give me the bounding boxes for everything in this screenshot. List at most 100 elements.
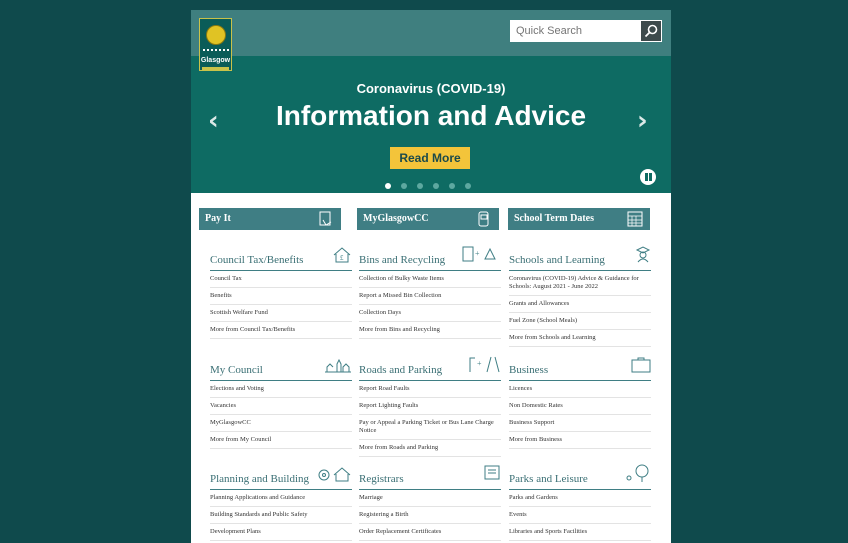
quick-search (510, 20, 662, 42)
hero-banner: Glasgow Coronavirus (COVID-19) Informati… (191, 10, 671, 193)
section-link[interactable]: Elections and Voting (210, 381, 352, 398)
glasgow-logo[interactable]: Glasgow (199, 18, 232, 71)
section-heading[interactable]: Schools and Learning (509, 246, 651, 271)
slide-dot[interactable] (465, 183, 471, 189)
section-heading[interactable]: Parks and Leisure (509, 464, 651, 490)
section-link[interactable]: Pay or Appeal a Parking Ticket or Bus La… (359, 415, 501, 440)
search-button[interactable] (640, 20, 662, 42)
section-link[interactable]: Report Lighting Faults (359, 398, 501, 415)
section-link[interactable]: Events (509, 507, 651, 524)
pause-icon[interactable] (640, 169, 656, 185)
section-link[interactable]: More from Schools and Learning (509, 330, 651, 347)
section-link[interactable]: MyGlasgowCC (210, 415, 352, 432)
section-link[interactable]: Order Replacement Certificates (359, 524, 501, 541)
section-link[interactable]: More from Council Tax/Benefits (210, 322, 352, 339)
section-link[interactable]: Report Road Faults (359, 381, 501, 398)
section-title: Parks and Leisure (509, 473, 588, 485)
streetlight-road-icon: + (467, 355, 501, 376)
section-link[interactable]: Marriage (359, 490, 501, 507)
section-title: Registrars (359, 473, 404, 485)
section-title: Business (509, 364, 549, 376)
section-link[interactable]: Collection Days (359, 305, 501, 322)
section-link[interactable]: More from Roads and Parking (359, 440, 501, 457)
search-icon (644, 24, 658, 38)
section-link[interactable]: Building Standards and Public Safety (210, 507, 352, 524)
section-title: Schools and Learning (509, 254, 605, 266)
pin-house-icon (318, 466, 352, 485)
waves-icon (203, 49, 229, 57)
section-link[interactable]: Parks and Gardens (509, 490, 651, 507)
section-link[interactable]: More from Business (509, 432, 651, 449)
svg-text:£: £ (340, 254, 344, 262)
section-heading[interactable]: Business (509, 356, 651, 381)
section-link[interactable]: Scottish Welfare Fund (210, 305, 352, 322)
section-link[interactable]: Libraries and Sports Facilities (509, 524, 651, 541)
hero-kicker: Coronavirus (COVID-19) (356, 81, 506, 96)
quick-link-button[interactable]: Pay It (199, 208, 341, 230)
section-link[interactable]: Fuel Zone (School Meals) (509, 313, 651, 330)
section-link[interactable]: Benefits (210, 288, 352, 305)
graduate-icon (635, 245, 651, 266)
slide-dot[interactable] (417, 183, 423, 189)
search-input[interactable] (510, 20, 640, 42)
section-link[interactable]: Planning Applications and Guidance (210, 490, 352, 507)
bin-recycle-icon: + (461, 245, 501, 266)
section-heading[interactable]: Council Tax/Benefits £ (210, 246, 352, 271)
section-link[interactable]: Council Tax (210, 271, 352, 288)
section-title: Council Tax/Benefits (210, 254, 304, 266)
section-link[interactable]: Non Domestic Rates (509, 398, 651, 415)
section-link[interactable]: Coronavirus (COVID-19) Advice & Guidance… (509, 271, 651, 296)
slide-dot[interactable] (433, 183, 439, 189)
tree-icon (625, 464, 651, 485)
section-link[interactable]: Collection of Bulky Waste Items (359, 271, 501, 288)
hand-card-icon (317, 210, 335, 228)
quick-link-button[interactable]: MyGlasgowCC (357, 208, 499, 230)
section-link[interactable]: Development Plans (210, 524, 352, 541)
logo-underline (202, 67, 229, 70)
certificate-icon (483, 464, 501, 485)
quick-link-label: Pay It (205, 213, 231, 224)
section-link[interactable]: Report a Missed Bin Collection (359, 288, 501, 305)
house-pound-icon: £ (332, 247, 352, 266)
section-link[interactable]: Vacancies (210, 398, 352, 415)
section-title: My Council (210, 364, 263, 376)
section-link[interactable]: Business Support (509, 415, 651, 432)
service-section: Roads and Parking + Report Road Faults Repo… (359, 356, 501, 457)
section-link[interactable]: Grants and Allowances (509, 296, 651, 313)
section-link[interactable]: More from Bins and Recycling (359, 322, 501, 339)
phone-chat-icon (475, 210, 493, 228)
section-heading[interactable]: Registrars (359, 465, 501, 490)
section-heading[interactable]: Planning and Building (210, 465, 352, 490)
slide-dot[interactable] (449, 183, 455, 189)
section-heading[interactable]: Bins and Recycling + (359, 246, 501, 271)
prev-slide-icon[interactable]: ‹ (208, 106, 219, 136)
svg-text:+: + (477, 359, 482, 368)
service-section: My Council Elections and Voting Vacancies M… (210, 356, 352, 449)
crest-icon (206, 25, 226, 45)
section-link[interactable]: More from My Council (210, 432, 352, 449)
service-section: Council Tax/Benefits £ Council Tax Benefits… (210, 246, 352, 339)
slide-dots (385, 176, 481, 189)
service-section: Registrars Marriage Registering a Birth Ord… (359, 465, 501, 541)
next-slide-icon[interactable]: › (637, 106, 648, 136)
section-title: Bins and Recycling (359, 254, 446, 266)
briefcase-icon (631, 357, 651, 376)
section-heading[interactable]: My Council (210, 356, 352, 381)
section-link[interactable]: Registering a Birth (359, 507, 501, 524)
read-more-button[interactable]: Read More (390, 147, 470, 169)
service-section: Parks and Leisure Parks and Gardens Events… (509, 464, 651, 541)
hero-title: Information and Advice (275, 100, 587, 131)
section-title: Planning and Building (210, 473, 309, 485)
service-section: Planning and Building Planning Applicatio… (210, 465, 352, 541)
section-link[interactable]: Licences (509, 381, 651, 398)
service-section: Schools and Learning Coronavirus (COVID-1… (509, 246, 651, 347)
section-title: Roads and Parking (359, 364, 443, 376)
city-chambers-icon (324, 358, 352, 376)
slide-dot[interactable] (401, 183, 407, 189)
section-heading[interactable]: Roads and Parking + (359, 356, 501, 381)
svg-text:+: + (475, 249, 480, 258)
quick-link-button[interactable]: School Term Dates (508, 208, 650, 230)
slide-dot[interactable] (385, 183, 391, 189)
calendar-icon (626, 210, 644, 228)
quick-link-label: School Term Dates (514, 213, 594, 224)
